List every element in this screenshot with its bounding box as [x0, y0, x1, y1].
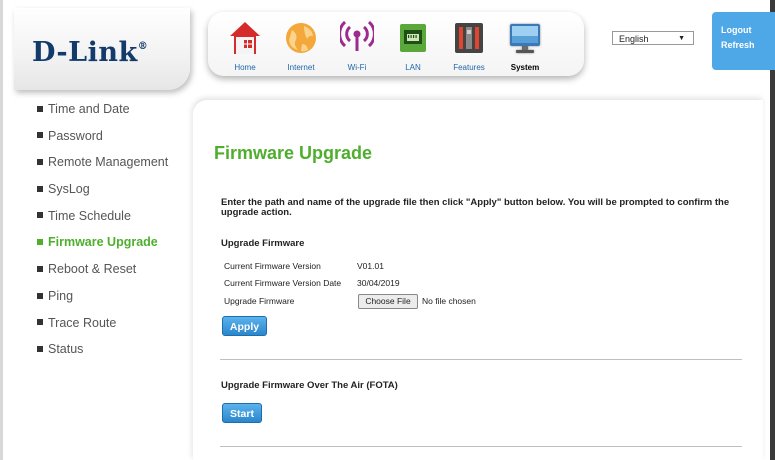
- nav-features[interactable]: Features: [444, 12, 494, 76]
- upgrade-firmware-label: Upgrade Firmware: [224, 296, 295, 306]
- sidebar-item-label: Trace Route: [48, 315, 117, 330]
- language-select-value: English: [619, 34, 649, 44]
- sidebar-item-label: Time Schedule: [48, 208, 131, 223]
- globe-icon: [286, 23, 316, 53]
- file-status-text: No file chosen: [422, 296, 476, 306]
- nav-internet-label: Internet: [287, 63, 315, 72]
- page-description: Enter the path and name of the upgrade f…: [221, 197, 730, 218]
- bullet-icon: [37, 105, 43, 112]
- monitor-icon: [510, 24, 540, 53]
- nav-wifi[interactable]: Wi-Fi: [332, 12, 382, 76]
- nav-features-label: Features: [453, 63, 485, 72]
- language-select[interactable]: English ▼: [612, 31, 694, 45]
- wifi-icon: [340, 20, 374, 51]
- sidebar-item-password[interactable]: Password: [37, 129, 197, 156]
- logo-text: D-Link: [32, 37, 138, 68]
- lan-port-icon: [400, 24, 426, 52]
- nav-wifi-label: Wi-Fi: [347, 63, 367, 72]
- sidebar-item-time-and-date[interactable]: Time and Date: [37, 102, 197, 129]
- sidebar-item-ping[interactable]: Ping: [37, 289, 197, 316]
- sidebar-item-label: Reboot & Reset: [48, 262, 137, 277]
- current-version-label: Current Firmware Version: [224, 261, 321, 271]
- sidebar-item-label: Time and Date: [48, 102, 130, 116]
- sidebar-item-firmware-upgrade[interactable]: Firmware Upgrade: [37, 235, 197, 262]
- choose-file-button[interactable]: Choose File: [358, 294, 418, 309]
- bullet-icon: [37, 292, 43, 299]
- sidebar-item-label: Password: [48, 128, 103, 143]
- logo-registered-mark: ®: [137, 41, 149, 52]
- nav-system[interactable]: System: [500, 12, 550, 76]
- nav-home[interactable]: Home: [220, 12, 270, 76]
- bullet-icon: [37, 319, 43, 326]
- fota-section-title: Upgrade Firmware Over The Air (FOTA): [221, 380, 398, 391]
- refresh-link[interactable]: Refresh: [721, 40, 755, 50]
- current-date-value: 30/04/2019: [357, 278, 400, 288]
- sidebar-item-label: Firmware Upgrade: [48, 235, 158, 250]
- start-fota-button[interactable]: Start: [222, 403, 262, 423]
- sidebar-item-label: SysLog: [48, 182, 90, 197]
- section-divider: [220, 359, 742, 360]
- sidebar-item-label: Remote Management: [48, 155, 169, 170]
- bullet-icon: [37, 239, 43, 246]
- sidebar-item-label: Status: [48, 342, 84, 357]
- bullet-icon: [37, 265, 43, 272]
- sidebar-item-trace-route[interactable]: Trace Route: [37, 316, 197, 343]
- bullet-icon: [37, 185, 43, 192]
- sidebar-item-label: Ping: [48, 288, 74, 303]
- dlink-logo[interactable]: D-Link®: [32, 37, 148, 68]
- nav-internet[interactable]: Internet: [276, 12, 326, 76]
- upgrade-firmware-section-title: Upgrade Firmware: [221, 238, 305, 249]
- bullet-icon: [37, 345, 43, 352]
- bullet-icon: [37, 212, 43, 219]
- section-divider: [220, 446, 742, 447]
- account-panel: Logout Refresh: [712, 12, 775, 70]
- logout-link[interactable]: Logout: [721, 25, 752, 35]
- current-date-label: Current Firmware Version Date: [224, 278, 342, 288]
- apply-button[interactable]: Apply: [222, 316, 267, 336]
- current-version-value: V01.01: [357, 261, 384, 271]
- chevron-down-icon: ▼: [678, 35, 685, 42]
- window-frame-left: [0, 0, 3, 460]
- bullet-icon: [37, 132, 43, 139]
- sidebar-item-reboot-reset[interactable]: Reboot & Reset: [37, 262, 197, 289]
- sidebar-item-status[interactable]: Status: [37, 342, 197, 369]
- nav-lan-label: LAN: [405, 63, 421, 72]
- sidebar-item-time-schedule[interactable]: Time Schedule: [37, 209, 197, 236]
- page-title: Firmware Upgrade: [214, 143, 373, 163]
- nav-lan[interactable]: LAN: [388, 12, 438, 76]
- nav-home-label: Home: [234, 63, 256, 72]
- sidebar-menu: Time and Date Password Remote Management…: [37, 102, 197, 369]
- features-icon: [455, 23, 483, 53]
- nav-system-label: System: [510, 63, 540, 72]
- sidebar-item-remote-management[interactable]: Remote Management: [37, 155, 197, 182]
- home-icon: [230, 22, 260, 54]
- top-nav-bar: Home Internet Wi-Fi LAN Features System: [208, 12, 584, 76]
- sidebar-item-syslog[interactable]: SysLog: [37, 182, 197, 209]
- bullet-icon: [37, 159, 43, 166]
